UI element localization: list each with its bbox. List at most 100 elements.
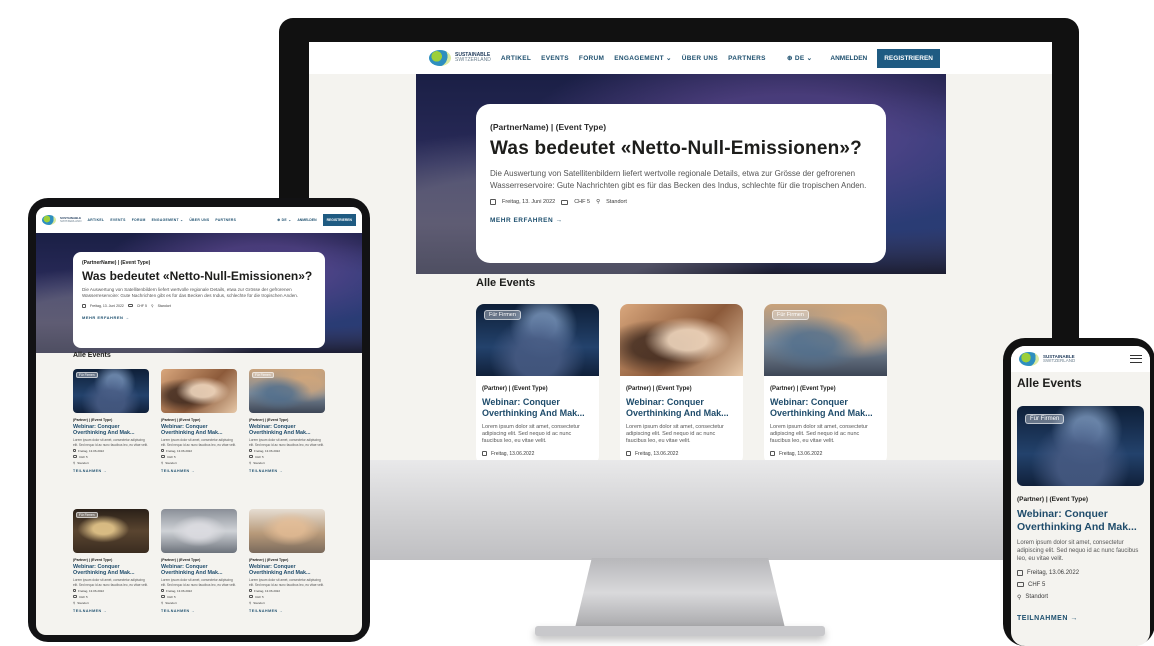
nav-forum[interactable]: FORUM (579, 55, 604, 62)
hero-tags: (PartnerName) | (Event Type) (490, 122, 607, 132)
imac-stand (575, 558, 785, 628)
event-date: Freitag, 13.06.2022 (779, 450, 823, 457)
event-title[interactable]: Webinar: Conquer Overthinking And Mak... (73, 564, 149, 576)
event-title[interactable]: Webinar: Conquer Overthinking And Mak... (249, 424, 325, 436)
ticket-icon (1017, 582, 1024, 588)
event-price: CHF 5 (167, 594, 176, 599)
nav-ueber-uns[interactable]: ÜBER UNS (189, 218, 209, 222)
event-tags: (Partner) | (Event Type) (161, 558, 201, 562)
imac-chin (279, 460, 1079, 560)
nav-partners[interactable]: PARTNERS (215, 218, 236, 222)
hero-date: Freitag, 13. Juni 2022 (502, 199, 556, 206)
event-price: CHF 5 (255, 594, 264, 599)
event-excerpt: Lorem ipsum dolor sit amet, consectetur … (1017, 540, 1139, 563)
nav-engagement[interactable]: ENGAGEMENT ⌄ (152, 218, 184, 222)
event-card[interactable]: Für Firmen (Partner) | (Event Type) Webi… (1017, 406, 1144, 622)
nav-partners[interactable]: PARTNERS (728, 55, 766, 62)
event-badge: Für Firmen (772, 310, 809, 320)
event-title[interactable]: Webinar: Conquer Overthinking And Mak... (1017, 508, 1144, 534)
hero-location: Standort (157, 303, 171, 308)
event-image: Für Firmen (1017, 406, 1144, 486)
event-badge: Für Firmen (252, 372, 274, 378)
nav-artikel[interactable]: ARTIKEL (501, 55, 531, 62)
teilnahmen-link[interactable]: TEILNAHMEN → (161, 609, 237, 613)
nav-events[interactable]: EVENTS (110, 218, 125, 222)
event-date-row: Freitag, 13.06.2022 (626, 451, 737, 457)
hamburger-menu-icon[interactable] (1130, 355, 1142, 363)
ticket-icon (127, 304, 133, 308)
event-image (161, 369, 237, 413)
event-date: Freitag, 13.06.2022 (491, 450, 535, 457)
site-logo[interactable]: SUSTAINABLE SWITZERLAND (1019, 352, 1075, 366)
calendar-icon (626, 451, 631, 457)
event-badge: Für Firmen (76, 512, 98, 518)
teilnahmen-link[interactable]: TEILNAHMEN → (73, 609, 149, 613)
calendar-icon (249, 449, 252, 453)
event-card[interactable]: (Partner) | (Event Type) Webinar: Conque… (620, 304, 743, 460)
mehr-erfahren-link[interactable]: MEHR ERFAHREN → (82, 315, 316, 320)
language-selector[interactable]: ⊕ DE ⌄ (787, 54, 812, 62)
event-title[interactable]: Webinar: Conquer Overthinking And Mak... (626, 397, 737, 419)
ticket-icon (161, 595, 165, 599)
hero-date: Freitag, 13. Juni 2022 (90, 303, 124, 308)
hero-price: CHF 5 (574, 199, 591, 206)
event-title[interactable]: Webinar: Conquer Overthinking And Mak... (161, 424, 237, 436)
event-excerpt: Lorem ipsum dolor sit amet, consectetur … (249, 438, 324, 447)
ticket-icon (249, 595, 253, 599)
event-location: Standort (1025, 594, 1049, 601)
ticket-icon (73, 455, 77, 459)
event-card[interactable]: Für Firmen (Partner) | (Event Type) Webi… (764, 304, 887, 460)
nav-artikel[interactable]: ARTIKEL (88, 218, 105, 222)
event-title[interactable]: Webinar: Conquer Overthinking And Mak... (770, 397, 881, 419)
teilnahmen-link[interactable]: TEILNAHMEN → (249, 609, 325, 613)
event-card[interactable]: Für Firmen (Partner) | (Event Type) Webi… (73, 509, 149, 635)
login-button[interactable]: ANMELDEN (830, 55, 867, 62)
ticket-icon (161, 455, 165, 459)
event-location: Standort (77, 460, 89, 465)
teilnahmen-link[interactable]: TEILNAHMEN → (73, 469, 149, 473)
mehr-erfahren-link[interactable]: MEHR ERFAHREN → (490, 217, 872, 224)
nav-forum[interactable]: FORUM (132, 218, 146, 222)
teilnahmen-link[interactable]: TEILNAHMEN → (249, 469, 325, 473)
logo-line2: SWITZERLAND (455, 57, 491, 63)
calendar-icon (161, 449, 164, 453)
logo-line2: SWITZERLAND (60, 219, 82, 223)
event-card[interactable]: Für Firmen (Partner) | (Event Type) Webi… (476, 304, 599, 460)
event-excerpt: Lorem ipsum dolor sit amet, consectetur … (161, 438, 236, 447)
teilnahmen-link[interactable]: TEILNAHMEN → (1017, 615, 1144, 622)
event-title[interactable]: Webinar: Conquer Overthinking And Mak... (249, 564, 325, 576)
register-button[interactable]: REGISTRIEREN (322, 214, 356, 226)
teilnahmen-link[interactable]: TEILNAHMEN → (161, 469, 237, 473)
event-title[interactable]: Webinar: Conquer Overthinking And Mak... (73, 424, 149, 436)
event-card[interactable]: Für Firmen (Partner) | (Event Type) Webi… (73, 369, 149, 495)
event-card[interactable]: Für Firmen (Partner) | (Event Type) Webi… (249, 369, 325, 495)
login-button[interactable]: ANMELDEN (297, 218, 316, 222)
logo-globe-icon (42, 215, 56, 225)
hero-tags: (PartnerName) | (Event Type) (82, 260, 151, 266)
register-button[interactable]: REGISTRIEREN (877, 48, 940, 68)
hero-description: Die Auswertung von Satellitenbildern lie… (82, 287, 299, 299)
event-location: Standort (165, 460, 177, 465)
nav-events[interactable]: EVENTS (541, 55, 569, 62)
event-excerpt: Lorem ipsum dolor sit amet, consectetur … (770, 423, 868, 445)
event-title[interactable]: Webinar: Conquer Overthinking And Mak... (482, 397, 593, 419)
event-card[interactable]: (Partner) | (Event Type) Webinar: Conque… (161, 509, 237, 635)
language-selector[interactable]: ⊕ DE ⌄ (277, 218, 291, 222)
nav-ueber-uns[interactable]: ÜBER UNS (682, 55, 718, 62)
nav-engagement[interactable]: ENGAGEMENT ⌄ (614, 54, 671, 62)
event-price: CHF 5 (79, 454, 88, 459)
event-title[interactable]: Webinar: Conquer Overthinking And Mak... (161, 564, 237, 576)
location-pin-icon: ⚲ (1017, 594, 1022, 601)
event-excerpt: Lorem ipsum dolor sit amet, consectetur … (249, 578, 324, 587)
event-card[interactable]: (Partner) | (Event Type) Webinar: Conque… (249, 509, 325, 635)
event-tags: (Partner) | (Event Type) (73, 558, 113, 562)
event-tags: (Partner) | (Event Type) (161, 418, 201, 422)
site-logo[interactable]: SUSTAINABLE SWITZERLAND (429, 50, 491, 66)
top-navigation: SUSTAINABLE SWITZERLAND (1011, 346, 1150, 372)
event-card[interactable]: (Partner) | (Event Type) Webinar: Conque… (161, 369, 237, 495)
top-navigation: SUSTAINABLE SWITZERLAND ARTIKEL EVENTS FO… (309, 42, 1052, 74)
events-heading: Alle Events (476, 277, 536, 289)
event-excerpt: Lorem ipsum dolor sit amet, consectetur … (626, 423, 724, 445)
logo-globe-icon (429, 50, 451, 66)
site-logo[interactable]: SUSTAINABLE SWITZERLAND (42, 215, 82, 225)
